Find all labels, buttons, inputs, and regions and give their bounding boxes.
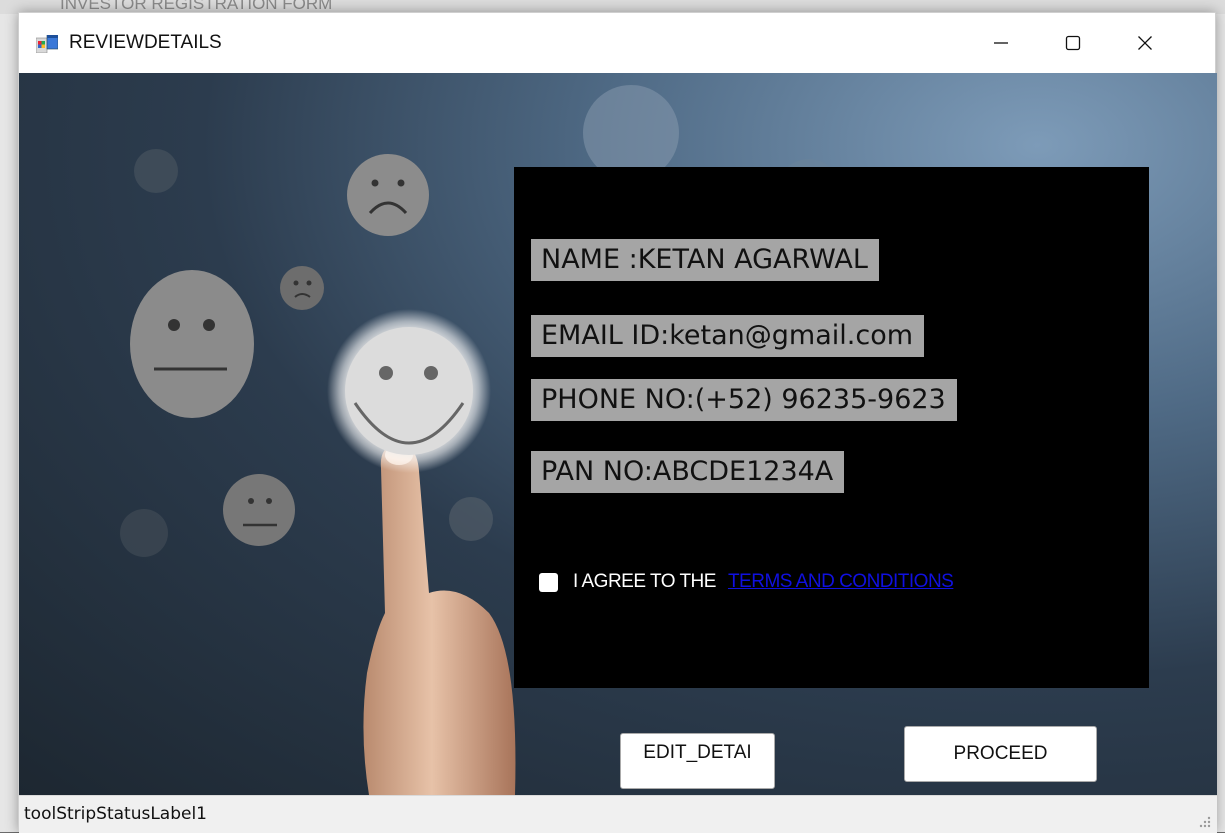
minimize-icon (994, 42, 1008, 44)
status-bar: toolStripStatusLabel1 (19, 795, 1217, 833)
terms-and-conditions-link[interactable]: TERMS AND CONDITIONS (728, 571, 954, 593)
name-label: NAME :KETAN AGARWAL (531, 239, 879, 281)
app-icon (36, 35, 58, 53)
agree-label: I AGREE TO THE (573, 571, 716, 592)
status-label: toolStripStatusLabel1 (24, 804, 207, 824)
pan-label: PAN NO:ABCDE1234A (531, 451, 845, 493)
close-icon (1138, 36, 1152, 50)
maximize-icon (1065, 35, 1081, 51)
form-client-area: NAME :KETAN AGARWAL EMAIL ID:ketan@gmail… (19, 73, 1217, 795)
agree-checkbox[interactable] (539, 572, 558, 592)
phone-label: PHONE NO:(+52) 96235-9623 (531, 379, 957, 421)
terms-agreement: I AGREE TO THE TERMS AND CONDITIONS (539, 571, 954, 593)
maximize-button[interactable] (1037, 13, 1109, 73)
title-bar[interactable]: REVIEWDETAILS (19, 13, 1215, 73)
minimize-button[interactable] (965, 13, 1037, 73)
review-details-window: REVIEWDETAILS NAME:KETAN AGARWAL EMAIL … (18, 12, 1217, 833)
email-label: EMAIL ID:ketan@gmail.com (531, 315, 925, 357)
resize-grip-icon[interactable] (1197, 814, 1211, 828)
close-button[interactable] (1109, 13, 1181, 73)
background-window-edge (0, 14, 18, 832)
edit-details-button[interactable]: EDIT_DETAI (620, 733, 775, 789)
window-title: REVIEWDETAILS (69, 32, 222, 53)
review-details-panel: NAME :KETAN AGARWAL EMAIL ID:ketan@gmail… (514, 167, 1149, 688)
proceed-button[interactable]: PROCEED (904, 726, 1097, 782)
